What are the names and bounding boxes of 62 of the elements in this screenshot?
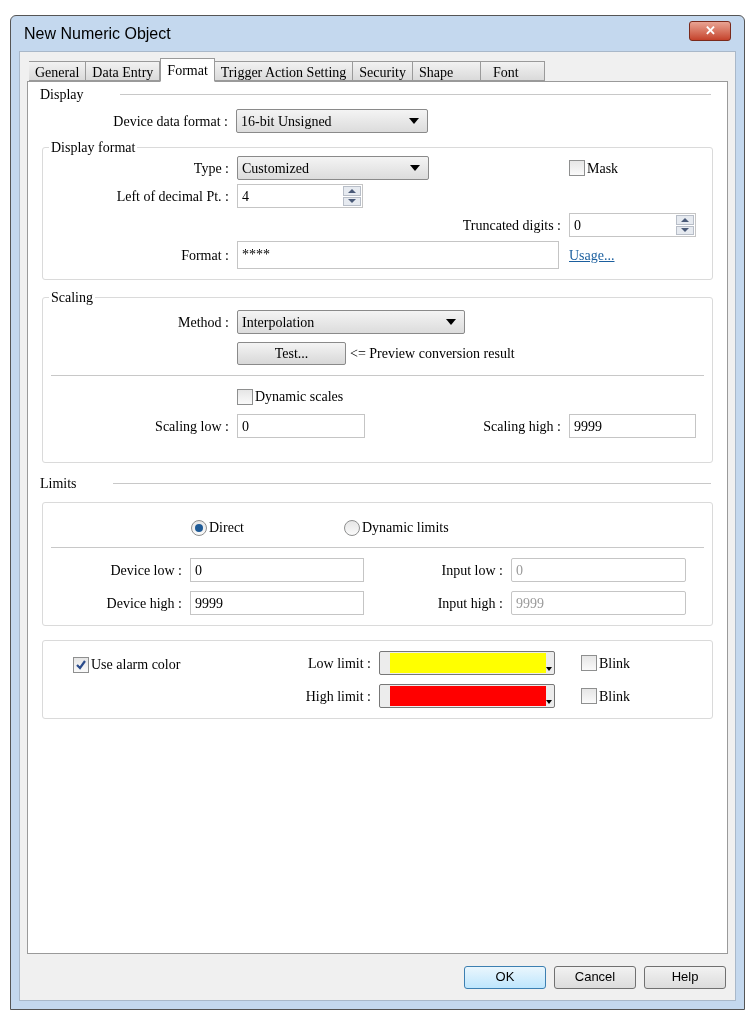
- caret-icon: [410, 165, 420, 171]
- tab[interactable]: Security: [353, 61, 413, 81]
- checkbox[interactable]: [237, 388, 253, 405]
- checkbox[interactable]: [581, 655, 597, 671]
- caret-icon: [546, 667, 552, 671]
- dropdown-value: Customized: [242, 159, 309, 178]
- color-picker[interactable]: [379, 684, 555, 708]
- field-label: Truncated digits :: [461, 216, 562, 235]
- section-heading: Display: [40, 86, 84, 104]
- input-field[interactable]: 0: [190, 558, 364, 582]
- tab[interactable]: Trigger Action Setting: [214, 61, 354, 81]
- tab[interactable]: Format: [160, 58, 215, 82]
- checkbox-label: Use alarm color: [91, 656, 181, 674]
- dropdown[interactable]: 16-bit Unsigned: [236, 109, 428, 133]
- hint-text: <= Preview conversion result: [350, 345, 515, 363]
- radio-button[interactable]: [344, 519, 360, 536]
- tab[interactable]: Shape: [412, 61, 481, 81]
- test-button[interactable]: Test...: [237, 342, 346, 365]
- caret-icon: [446, 319, 456, 325]
- usage-link[interactable]: Usage...: [569, 244, 615, 266]
- field-label: Device high :: [105, 594, 183, 613]
- input-field[interactable]: 9999: [190, 591, 364, 615]
- input-field[interactable]: ****: [237, 241, 559, 269]
- checkbox[interactable]: [569, 160, 585, 176]
- section-heading: Limits: [40, 475, 77, 493]
- field-label: Type :: [192, 159, 230, 178]
- caret-icon: [409, 118, 419, 124]
- field-label: Scaling low :: [154, 417, 230, 436]
- field-label: Device low :: [109, 561, 183, 580]
- radio-label: Direct: [209, 519, 244, 537]
- checkbox[interactable]: [581, 688, 597, 704]
- input-field[interactable]: 9999: [569, 414, 696, 438]
- field-label: Low limit :: [307, 654, 372, 673]
- dropdown-value: 16-bit Unsigned: [241, 112, 332, 131]
- dropdown[interactable]: Interpolation: [237, 310, 465, 334]
- checkbox-label: Blink: [599, 654, 631, 673]
- checkbox-label: Blink: [599, 687, 631, 706]
- field-label: Scaling high :: [482, 417, 562, 436]
- field-label: Method :: [177, 313, 230, 332]
- dropdown[interactable]: Customized: [237, 156, 429, 180]
- checkbox-label: Mask: [587, 159, 619, 178]
- field-label: High limit :: [304, 687, 372, 706]
- dropdown-value: Interpolation: [242, 313, 315, 332]
- tab[interactable]: Data Entry: [86, 61, 161, 81]
- tab[interactable]: General: [29, 61, 87, 81]
- field-label: Input high :: [436, 594, 504, 613]
- input-field[interactable]: 0: [237, 414, 365, 438]
- field-label: Format :: [180, 246, 230, 265]
- checkbox-label: Dynamic scales: [255, 388, 344, 406]
- radio-label: Dynamic limits: [362, 519, 449, 537]
- tab[interactable]: Font: [480, 61, 545, 81]
- dialog-button[interactable]: Help: [644, 965, 726, 989]
- field-label: Device data format :: [112, 112, 229, 131]
- window-title: New Numeric Object: [24, 23, 171, 44]
- dialog-button[interactable]: OK: [464, 965, 546, 989]
- caret-icon: [546, 700, 552, 704]
- field-label: Input low :: [440, 561, 504, 580]
- dialog-button[interactable]: Cancel: [554, 965, 636, 989]
- radio-button[interactable]: [191, 519, 207, 536]
- checkbox[interactable]: [73, 656, 89, 673]
- color-picker[interactable]: [379, 651, 555, 675]
- field-label: Left of decimal Pt. :: [115, 187, 230, 206]
